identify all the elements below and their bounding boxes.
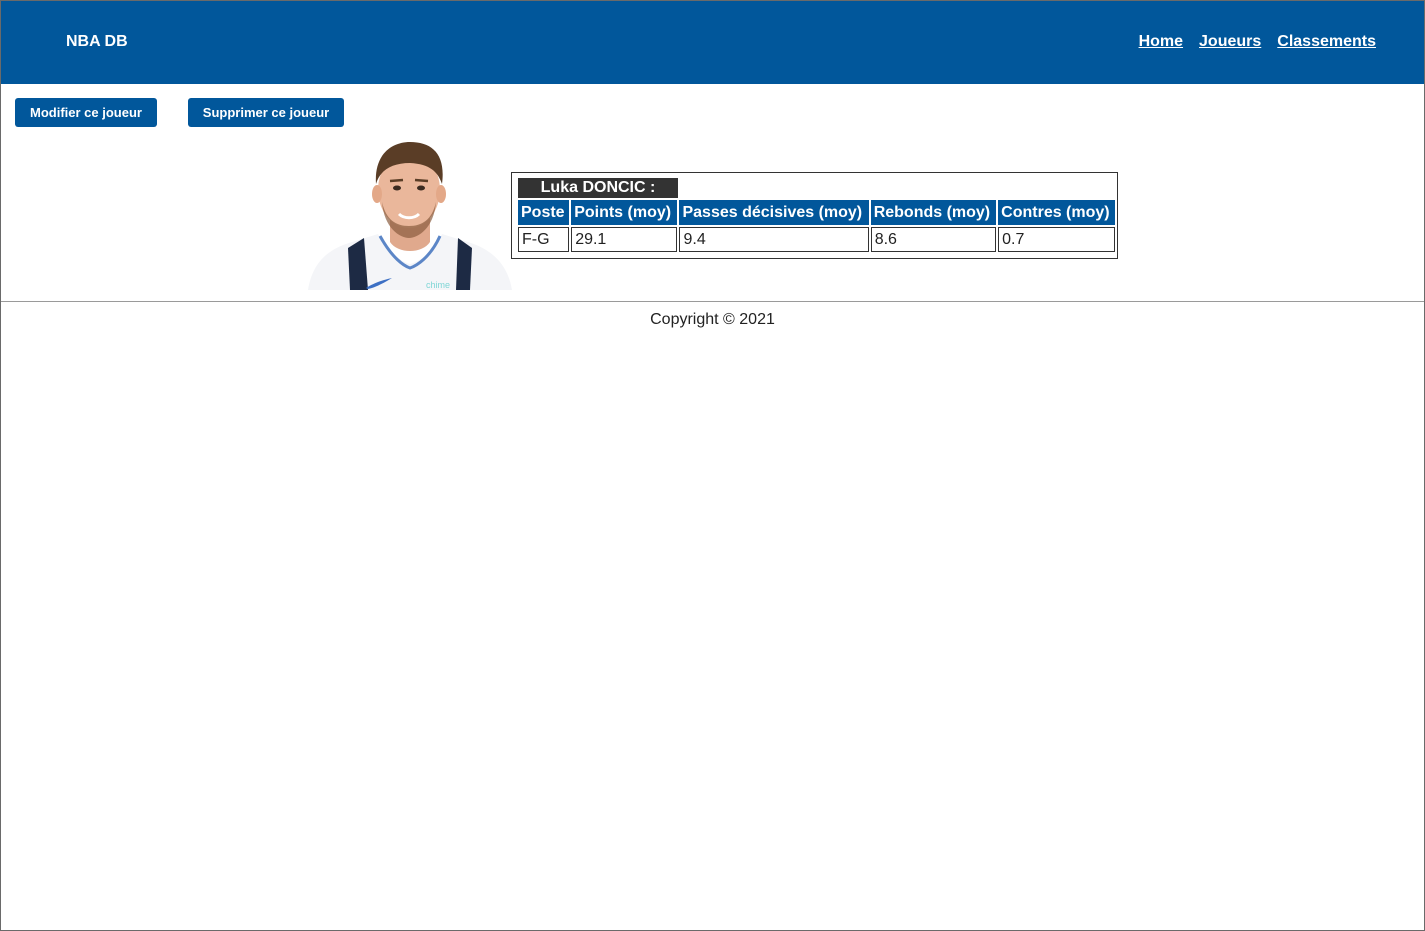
table-cell: 0.7 (998, 227, 1115, 252)
column-header: Contres (moy) (998, 200, 1115, 225)
player-stats-table: Poste Points (moy) Passes décisives (moy… (516, 198, 1117, 254)
player-photo: chime (308, 138, 512, 290)
main-nav: Home Joueurs Classements (1139, 33, 1376, 51)
table-cell: F-G (518, 227, 570, 252)
nav-link-joueurs[interactable]: Joueurs (1199, 33, 1261, 51)
table-cell: 29.1 (571, 227, 678, 252)
table-cell: 9.4 (679, 227, 869, 252)
top-navbar: NBA DB Home Joueurs Classements (1, 1, 1424, 84)
table-cell: 8.6 (870, 227, 997, 252)
delete-player-button[interactable]: Supprimer ce joueur (188, 98, 344, 127)
svg-text:chime: chime (426, 280, 450, 290)
nav-link-classements[interactable]: Classements (1277, 33, 1376, 51)
player-name: Luka DONCIC : (518, 178, 678, 198)
column-header: Rebonds (moy) (870, 200, 997, 225)
copyright-text: Copyright © 2021 (650, 311, 775, 328)
player-stats-card: Luka DONCIC : Poste Points (moy) Passes … (511, 172, 1118, 259)
edit-player-button[interactable]: Modifier ce joueur (15, 98, 157, 127)
footer-divider (1, 301, 1424, 302)
column-header: Poste (518, 200, 570, 225)
column-header: Passes décisives (moy) (679, 200, 869, 225)
column-header: Points (moy) (571, 200, 678, 225)
site-brand[interactable]: NBA DB (66, 33, 128, 51)
nav-link-home[interactable]: Home (1139, 33, 1183, 51)
table-row: F-G 29.1 9.4 8.6 0.7 (518, 227, 1115, 252)
